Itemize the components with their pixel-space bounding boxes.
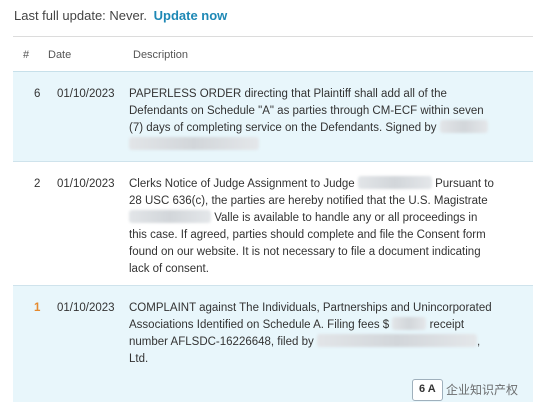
column-header-description[interactable]: Description: [133, 49, 188, 61]
column-header-num[interactable]: #: [23, 49, 29, 61]
description-line: Valle is available to handle any or all …: [129, 210, 525, 227]
description-line: (7) days of completing service on the De…: [129, 120, 525, 137]
entry-description: COMPLAINT against The Individuals, Partn…: [129, 300, 525, 368]
redacted-text: [392, 317, 427, 330]
redacted-text: [316, 334, 477, 347]
description-line: COMPLAINT against The Individuals, Partn…: [129, 302, 492, 314]
description-line: this case. If agreed, parties should com…: [129, 229, 486, 241]
entry-date: 01/10/2023: [57, 178, 115, 190]
watermark-text: 企业知识产权: [446, 383, 519, 397]
description-line: Associations Identified on Schedule A. F…: [129, 317, 465, 331]
redacted-text: [357, 176, 432, 189]
table-header: # Date Description: [13, 36, 533, 72]
redacted-text: [129, 137, 259, 150]
entry-description: PAPERLESS ORDER directing that Plaintiff…: [129, 86, 525, 154]
table-row[interactable]: 2 01/10/2023 Clerks Notice of Judge Assi…: [13, 162, 533, 286]
table-row[interactable]: 6 01/10/2023 PAPERLESS ORDER directing t…: [13, 72, 533, 162]
watermark-badge: 6 A: [412, 379, 443, 401]
description-line: PAPERLESS ORDER directing that Plaintiff…: [129, 88, 447, 100]
entry-date: 01/10/2023: [57, 302, 115, 314]
entry-number: 1: [34, 302, 41, 314]
docket-table: # Date Description 6 01/10/2023 PAPERLES…: [13, 36, 533, 402]
entry-number: 6: [34, 88, 41, 100]
description-line: number AFLSDC-16226648, filed by ,: [129, 334, 481, 348]
description-line: Ltd.: [129, 353, 149, 365]
update-status-text: Last full update: Never.: [14, 8, 147, 23]
description-line: Clerks Notice of Judge Assignment to Jud…: [129, 176, 494, 190]
redacted-text: [129, 210, 211, 223]
entry-number: 2: [34, 178, 41, 190]
description-line: Defendants on Schedule "A" as parties th…: [129, 105, 484, 117]
description-line: [129, 137, 525, 154]
update-status: Last full update: Never. Update now: [14, 8, 227, 23]
description-line: found on our website. It is not necessar…: [129, 246, 481, 258]
description-line: 28 USC 636(c), the parties are hereby no…: [129, 195, 488, 207]
update-now-link[interactable]: Update now: [154, 8, 228, 23]
entry-description: Clerks Notice of Judge Assignment to Jud…: [129, 176, 525, 278]
redacted-text: [439, 120, 488, 133]
entry-date: 01/10/2023: [57, 88, 115, 100]
column-header-date[interactable]: Date: [48, 49, 71, 61]
description-line: lack of consent.: [129, 263, 209, 275]
